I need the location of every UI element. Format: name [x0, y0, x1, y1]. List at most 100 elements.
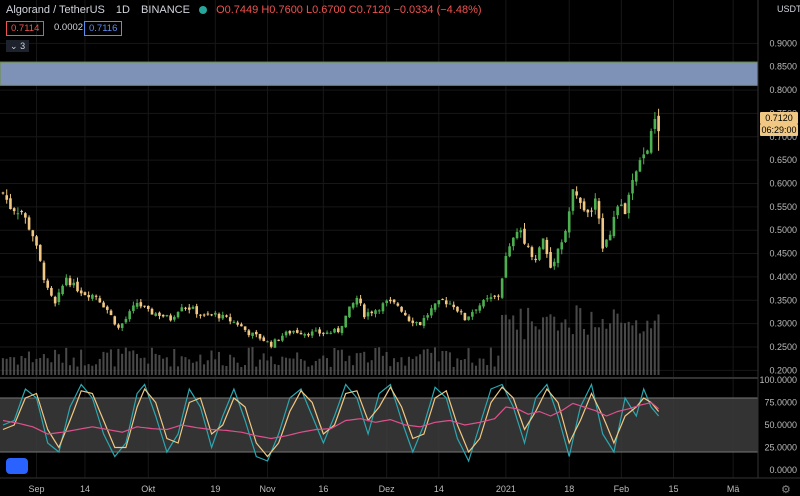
candle-body [176, 312, 180, 318]
volume-bar [389, 366, 392, 375]
candle-body [68, 278, 72, 286]
volume-bar [571, 334, 574, 375]
candle-body [381, 303, 385, 312]
volume-bar [620, 322, 623, 375]
tradingview-logo-icon[interactable] [6, 458, 28, 474]
candle-body [42, 262, 46, 280]
volume-bar [61, 362, 64, 375]
volume-bar [91, 365, 94, 375]
volume-bar [527, 307, 530, 375]
indicator-count: 3 [20, 41, 26, 51]
volume-bar [396, 362, 399, 375]
candle-body [355, 297, 359, 305]
candle-body [411, 320, 415, 323]
price-tick-label: 0.9000 [769, 38, 797, 48]
candle-body [16, 213, 20, 215]
spread-value: 0.0002 [54, 22, 84, 33]
volume-bar [143, 357, 146, 375]
candle-body [132, 305, 135, 312]
candle-body [247, 330, 251, 336]
volume-bar [430, 352, 433, 375]
price-tick-label: 0.4500 [769, 249, 797, 259]
volume-bar [437, 361, 440, 375]
candle-body [467, 316, 470, 320]
candle-body [5, 195, 9, 200]
price-axis-labels[interactable]: 0.2000 0.2500 0.3000 0.3500 0.4000 0.4500 0.50… [769, 38, 797, 375]
candle-body [27, 217, 31, 230]
candle-body [24, 213, 27, 218]
symbol-title[interactable]: Algorand / TetherUS [6, 4, 105, 16]
candle-body [463, 313, 467, 321]
candle-body [83, 292, 87, 296]
time-tick-label: 16 [318, 484, 328, 494]
volume-bar [318, 358, 321, 375]
candle-body [38, 244, 42, 261]
time-tick-label: Feb [614, 484, 630, 494]
candle-body [437, 300, 441, 305]
candle-body [307, 334, 310, 336]
candle-body [269, 341, 273, 347]
settings-gear-icon[interactable]: ⚙ [781, 483, 791, 496]
candle-body [281, 335, 284, 341]
volume-bar [270, 356, 273, 375]
candle-body [489, 297, 493, 300]
time-tick-label: 14 [434, 484, 444, 494]
currency-label: USDT [777, 5, 800, 14]
volume-bar [646, 320, 649, 375]
volume-bar [95, 364, 98, 375]
candle-body [46, 280, 50, 288]
time-tick-label: 15 [668, 484, 678, 494]
time-axis-labels[interactable]: Sep 14 Okt 19 Nov 16 Dez 14 2021 18 Feb 15 Mä [29, 484, 740, 494]
volume-bar [657, 314, 660, 375]
volume-bar [255, 366, 258, 375]
candle-body [191, 306, 195, 309]
volume-bar [65, 347, 68, 375]
volume-bar [560, 322, 563, 375]
candle-body [217, 313, 221, 319]
candle-body [567, 211, 571, 233]
volume-bar [597, 327, 600, 375]
candle-body [545, 239, 549, 255]
volume-bar [564, 319, 567, 375]
candle-body [109, 310, 113, 316]
candle-body [385, 300, 388, 304]
candle-body [605, 239, 608, 247]
candle-body [400, 306, 403, 312]
candle-body [72, 282, 76, 286]
candle-body [456, 306, 459, 312]
candle-body [433, 303, 437, 310]
candle-body [593, 198, 597, 210]
candle-body [642, 154, 646, 159]
candle-body [601, 218, 605, 249]
interval-label[interactable]: 1D [116, 4, 130, 16]
ask-price-button[interactable]: 0.7116 [84, 21, 123, 36]
volume-bar [404, 365, 407, 375]
currency-text: USDT [777, 4, 800, 14]
candle-body [366, 312, 370, 317]
bid-price-button[interactable]: 0.7114 [6, 21, 45, 36]
candle-body [292, 330, 295, 333]
candle-body [232, 321, 236, 323]
candle-body [556, 248, 560, 263]
volume-bar [184, 357, 187, 375]
volume-bar [214, 359, 217, 375]
volume-bar [299, 359, 302, 375]
candlestick-series[interactable] [1, 108, 660, 349]
candle-body [646, 150, 649, 154]
candle-body [564, 230, 567, 243]
volume-bar [158, 355, 161, 375]
candle-body [552, 261, 556, 267]
price-tick-label: 0.8500 [769, 62, 797, 72]
volume-bar [329, 366, 332, 375]
candle-body [523, 228, 526, 244]
indicators-collapse-button[interactable]: ⌄ 3 [6, 40, 30, 52]
candle-body [65, 277, 68, 286]
candle-body [586, 209, 590, 213]
candle-body [474, 309, 478, 311]
candle-body [228, 317, 232, 322]
candle-body [195, 306, 199, 315]
candle-body [649, 131, 653, 153]
chart-canvas[interactable]: 0.2000 0.2500 0.3000 0.3500 0.4000 0.4500 0.50… [0, 0, 800, 495]
volume-bar [605, 328, 608, 375]
volume-bar [366, 362, 369, 375]
